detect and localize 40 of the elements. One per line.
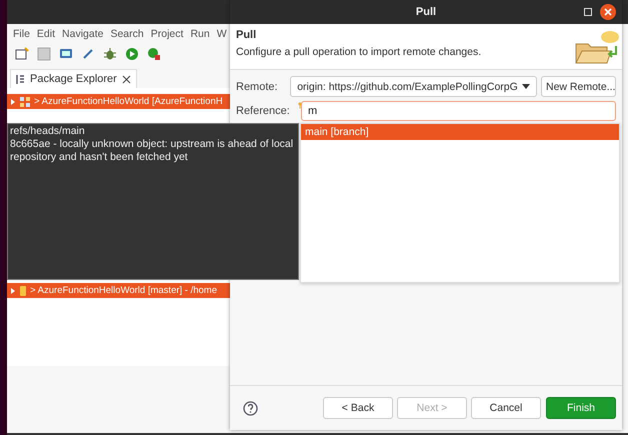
repository-icon xyxy=(19,284,27,296)
close-icon[interactable] xyxy=(600,4,616,20)
dialog-heading: Pull xyxy=(236,29,258,41)
tree-item[interactable]: > AzureFunctionHelloWorld [AzureFunctionH xyxy=(7,94,230,109)
close-icon[interactable] xyxy=(122,74,131,84)
menu-item[interactable]: Project xyxy=(150,28,184,40)
view-tab[interactable]: Package Explorer xyxy=(10,69,137,88)
monitor-icon[interactable] xyxy=(59,47,73,61)
dialog-button[interactable]: < Back xyxy=(323,397,393,419)
menu-item[interactable]: Search xyxy=(110,28,144,40)
run-icon[interactable] xyxy=(125,47,139,61)
dialog-button[interactable]: Finish xyxy=(546,397,616,419)
new-remote-button[interactable]: New Remote... xyxy=(541,76,616,97)
dialog-button[interactable]: Cancel xyxy=(471,397,541,419)
remote-dropdown[interactable]: origin: https://github.com/ExamplePollingCorpG xyxy=(290,76,537,97)
expand-icon[interactable] xyxy=(10,98,16,106)
tooltip-text: refs/heads/main xyxy=(10,125,86,138)
suggestion-item[interactable]: main [branch] xyxy=(301,124,619,140)
dialog-description: Configure a pull operation to import remote changes. xyxy=(236,46,482,58)
tooltip-text: 8c665ae - locally unknown object: upstream is ahead of local repository and hasn't been fetched yet xyxy=(10,138,294,164)
menu-item[interactable]: Run xyxy=(190,28,210,40)
new-file-icon[interactable] xyxy=(15,47,29,61)
tree-item[interactable]: > AzureFunctionHelloWorld [master] - /home xyxy=(7,283,230,298)
maximize-icon[interactable] xyxy=(584,8,592,16)
dialog-title: Pull xyxy=(416,6,436,18)
help-icon[interactable] xyxy=(243,400,258,416)
remote-label: Remote: xyxy=(236,80,279,92)
menu-item[interactable]: Navigate xyxy=(62,28,104,40)
expand-icon[interactable] xyxy=(10,286,16,294)
pen-icon[interactable] xyxy=(81,47,95,61)
project-icon xyxy=(19,96,31,108)
reference-label: Reference: xyxy=(236,104,291,116)
reference-field[interactable]: m xyxy=(301,100,616,120)
menu-item[interactable]: W xyxy=(216,28,227,40)
bug-icon[interactable] xyxy=(103,47,117,61)
hint-icon xyxy=(298,102,302,109)
menu-item[interactable]: Edit xyxy=(36,28,56,40)
run-config-icon[interactable] xyxy=(147,47,161,61)
menu-item[interactable]: File xyxy=(13,28,30,40)
caret-icon xyxy=(522,84,530,89)
